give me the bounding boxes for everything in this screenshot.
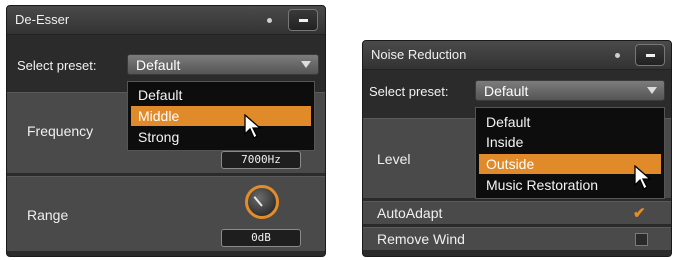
- de-esser-panel: De-Esser Select preset: Default Frequenc…: [6, 5, 326, 257]
- preset-dropdown-list: Default Middle Strong: [127, 81, 315, 151]
- mouse-cursor-icon: [244, 114, 262, 139]
- preset-option-strong[interactable]: Strong: [131, 127, 311, 147]
- select-preset-label: Select preset:: [17, 58, 97, 73]
- minimize-button[interactable]: [635, 44, 665, 66]
- dot-icon: [267, 18, 272, 23]
- remove-wind-row: Remove Wind: [363, 227, 671, 251]
- preset-select-value: Default: [484, 83, 529, 99]
- de-esser-titlebar: De-Esser: [7, 6, 325, 35]
- autoadapt-row: AutoAdapt ✔: [363, 201, 671, 225]
- preset-option-inside[interactable]: Inside: [479, 132, 661, 152]
- level-label: Level: [377, 151, 411, 167]
- range-value-field[interactable]: 0dB: [221, 229, 301, 247]
- frequency-label: Frequency: [27, 123, 94, 139]
- noise-reduction-titlebar: Noise Reduction: [363, 41, 671, 70]
- noise-reduction-panel: Noise Reduction Select preset: Default L…: [362, 40, 672, 257]
- preset-option-default[interactable]: Default: [131, 85, 311, 105]
- autoadapt-label: AutoAdapt: [377, 205, 443, 221]
- knob-indicator: [253, 196, 263, 207]
- chevron-down-icon: [301, 61, 311, 68]
- remove-wind-label: Remove Wind: [377, 231, 465, 247]
- preset-option-middle[interactable]: Middle: [131, 106, 311, 126]
- range-section: Range 0dB: [7, 176, 325, 252]
- preset-select-value: Default: [136, 57, 181, 73]
- minimize-button[interactable]: [288, 9, 318, 31]
- mouse-cursor-icon: [634, 165, 652, 190]
- preset-option-default[interactable]: Default: [479, 112, 661, 132]
- frequency-value-field[interactable]: 7000Hz: [221, 151, 301, 169]
- remove-wind-checkbox[interactable]: [635, 233, 648, 246]
- panel-title: Noise Reduction: [371, 47, 467, 62]
- dot-icon: [615, 53, 620, 58]
- checkmark-icon[interactable]: ✔: [633, 206, 646, 221]
- chevron-down-icon: [647, 87, 657, 94]
- select-preset-label: Select preset:: [369, 84, 449, 99]
- preset-select[interactable]: Default: [475, 80, 665, 101]
- range-label: Range: [27, 207, 69, 223]
- range-knob[interactable]: [245, 185, 279, 219]
- preset-select[interactable]: Default: [127, 54, 319, 75]
- panel-title: De-Esser: [15, 12, 70, 27]
